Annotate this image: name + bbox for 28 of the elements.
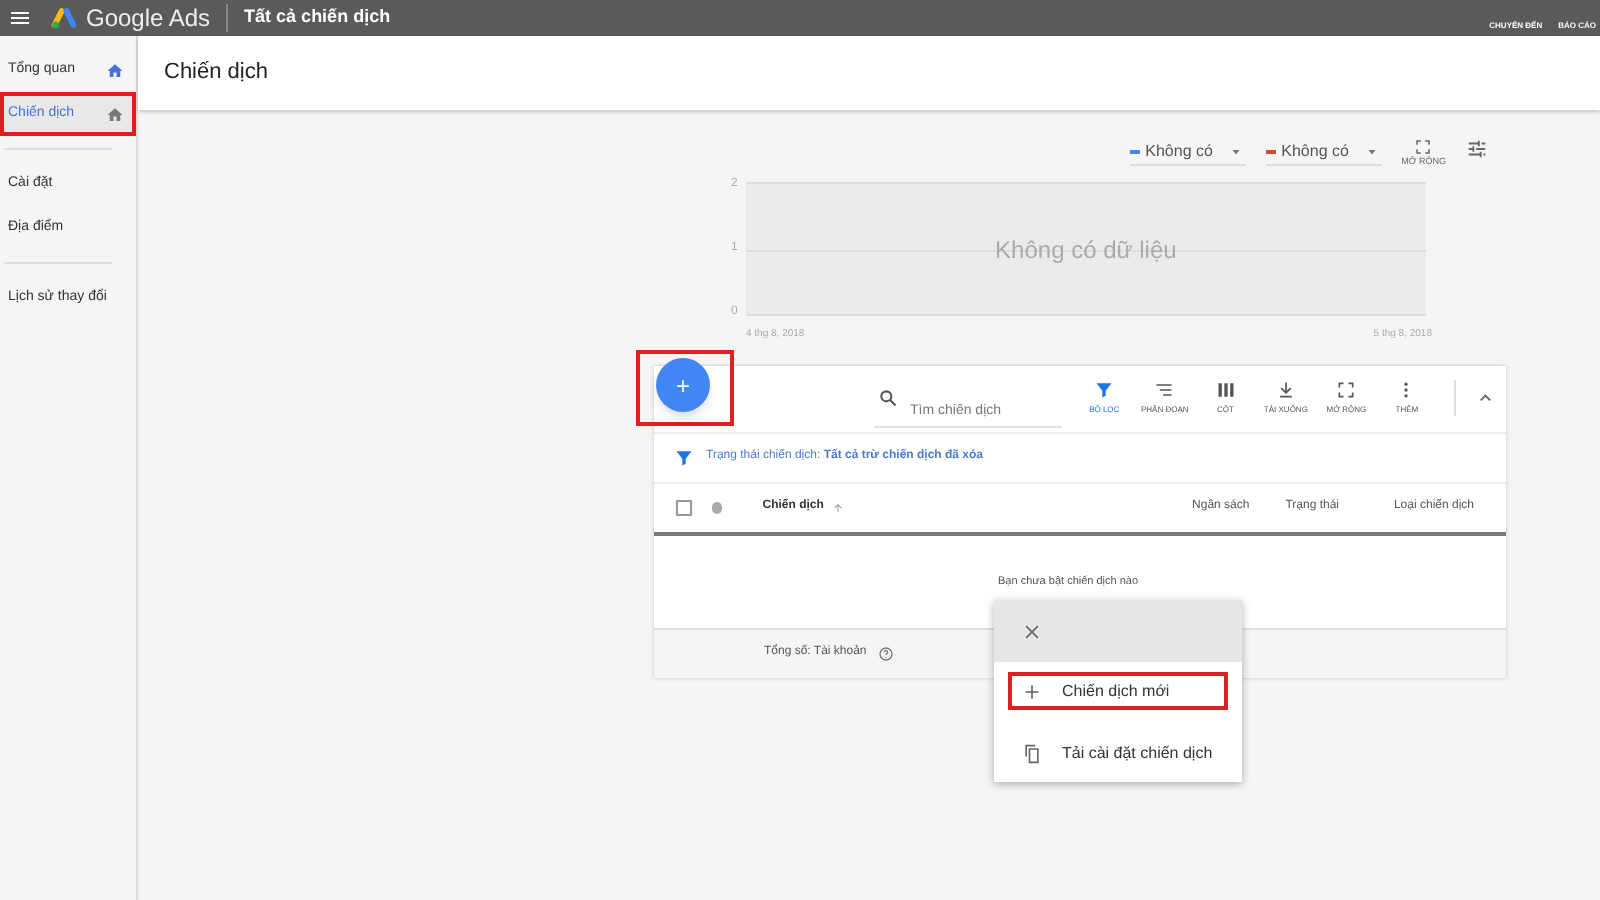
metric-dropdown[interactable]: Không có bbox=[1129, 138, 1246, 166]
expand-icon bbox=[1414, 138, 1433, 156]
plus-icon bbox=[1022, 681, 1042, 701]
menu-item[interactable]: Tải cài đặt chiến dịch bbox=[1008, 734, 1228, 772]
close-icon[interactable] bbox=[1022, 621, 1042, 641]
product-name: Google Ads bbox=[86, 2, 211, 36]
page-title: Chiến dịch bbox=[164, 58, 268, 89]
filter-icon bbox=[674, 447, 694, 467]
page-heading: Tất cả chiến dịch bbox=[244, 4, 391, 31]
home-icon bbox=[106, 105, 124, 123]
filter-icon bbox=[1094, 380, 1115, 400]
home-icon bbox=[106, 61, 124, 79]
logo-icon bbox=[48, 4, 80, 32]
checkbox[interactable] bbox=[676, 499, 692, 515]
search-icon bbox=[878, 388, 898, 408]
menu-icon[interactable] bbox=[8, 6, 32, 30]
lines-icon bbox=[1154, 380, 1175, 400]
download-icon bbox=[1275, 380, 1296, 400]
sliders-icon[interactable] bbox=[1466, 138, 1488, 160]
metric-dropdown[interactable]: Không có bbox=[1265, 138, 1382, 166]
menu-item[interactable]: Chiến dịch mới bbox=[1008, 672, 1228, 710]
expand-icon bbox=[1336, 380, 1357, 400]
empty-chart-message: Không có dữ liệu bbox=[995, 233, 1177, 267]
dropdown-arrow-icon bbox=[1365, 145, 1378, 157]
columns-icon bbox=[1215, 380, 1236, 400]
dropdown-arrow-icon bbox=[1229, 145, 1242, 157]
help-icon[interactable] bbox=[878, 645, 895, 661]
copy-icon bbox=[1022, 743, 1042, 763]
